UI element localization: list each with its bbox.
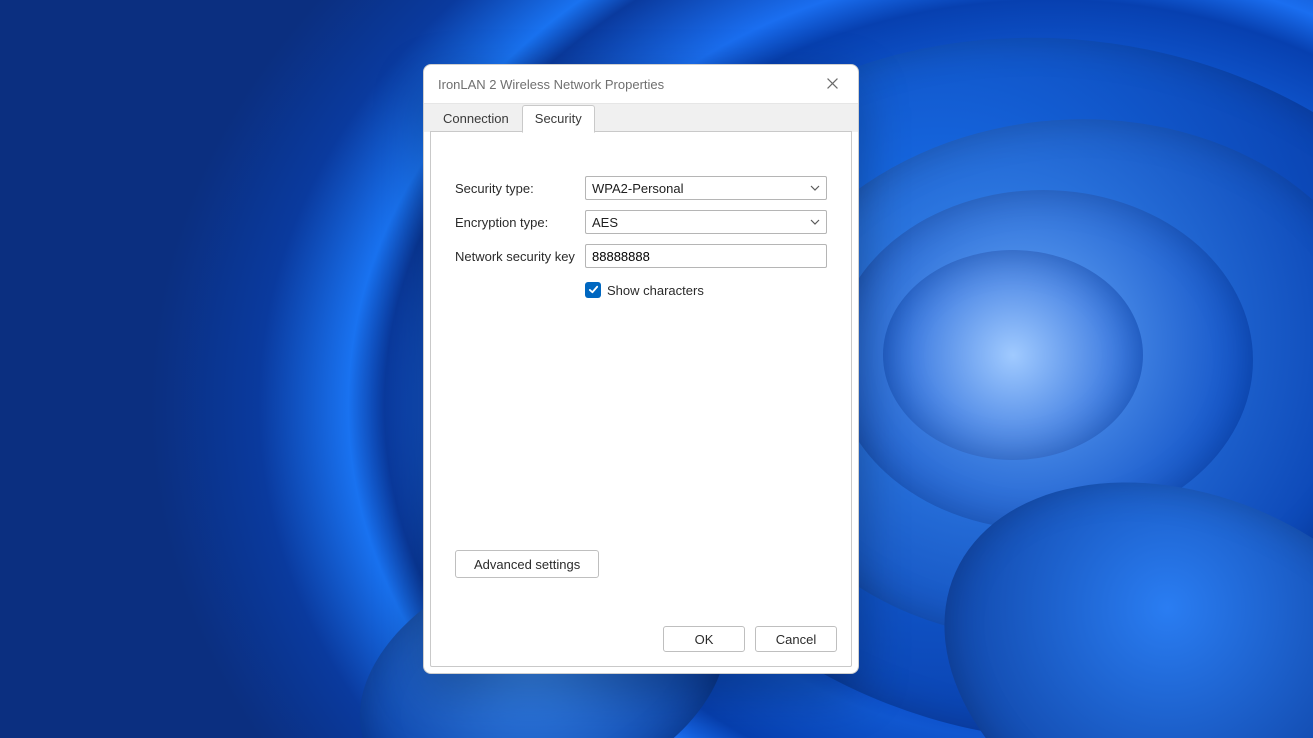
show-characters-checkbox[interactable] bbox=[585, 282, 601, 298]
close-icon bbox=[827, 77, 838, 92]
security-type-row: Security type: WPA2-Personal bbox=[455, 176, 827, 200]
close-button[interactable] bbox=[812, 69, 852, 99]
checkmark-icon bbox=[588, 283, 599, 298]
security-type-value: WPA2-Personal bbox=[592, 181, 684, 196]
encryption-type-value: AES bbox=[592, 215, 618, 230]
network-properties-dialog: IronLAN 2 Wireless Network Properties Co… bbox=[423, 64, 859, 674]
show-characters-label[interactable]: Show characters bbox=[607, 283, 704, 298]
chevron-down-icon bbox=[810, 217, 820, 227]
advanced-settings-button[interactable]: Advanced settings bbox=[455, 550, 599, 578]
network-key-label: Network security key bbox=[455, 249, 585, 264]
ok-button[interactable]: OK bbox=[663, 626, 745, 652]
tab-security[interactable]: Security bbox=[522, 105, 595, 133]
security-tab-panel: Security type: WPA2-Personal Encryption … bbox=[430, 131, 852, 667]
chevron-down-icon bbox=[810, 183, 820, 193]
encryption-type-select[interactable]: AES bbox=[585, 210, 827, 234]
cancel-button[interactable]: Cancel bbox=[755, 626, 837, 652]
network-key-row: Network security key bbox=[455, 244, 827, 268]
window-title: IronLAN 2 Wireless Network Properties bbox=[438, 77, 812, 92]
titlebar[interactable]: IronLAN 2 Wireless Network Properties bbox=[424, 65, 858, 104]
dialog-footer: OK Cancel bbox=[663, 626, 837, 652]
tab-strip: Connection Security bbox=[424, 104, 858, 132]
network-key-input[interactable] bbox=[585, 244, 827, 268]
tab-connection[interactable]: Connection bbox=[430, 105, 522, 133]
security-type-select[interactable]: WPA2-Personal bbox=[585, 176, 827, 200]
security-type-label: Security type: bbox=[455, 181, 585, 196]
encryption-type-label: Encryption type: bbox=[455, 215, 585, 230]
show-characters-row: Show characters bbox=[585, 282, 827, 298]
encryption-type-row: Encryption type: AES bbox=[455, 210, 827, 234]
desktop-wallpaper: IronLAN 2 Wireless Network Properties Co… bbox=[0, 0, 1313, 738]
